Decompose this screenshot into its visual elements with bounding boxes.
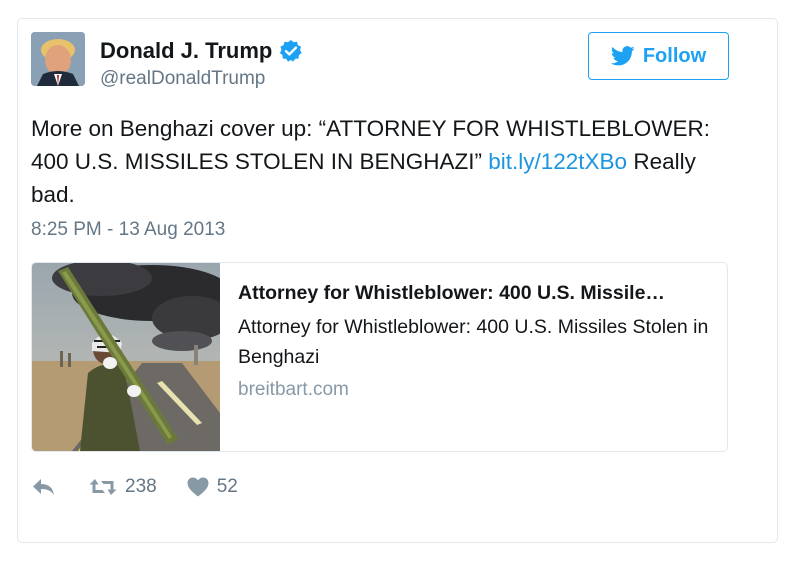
follow-button[interactable]: Follow	[588, 32, 729, 80]
link-preview-title[interactable]: Attorney for Whistleblower: 400 U.S. Mis…	[238, 278, 709, 308]
reply-icon	[33, 479, 54, 495]
tweet-timestamp[interactable]: 8:25 PM - 13 Aug 2013	[31, 219, 225, 241]
link-preview-body[interactable]: Attorney for Whistleblower: 400 U.S. Mis…	[220, 263, 727, 451]
reply-button[interactable]	[31, 477, 57, 497]
tweet-actions: 238 52	[31, 474, 238, 500]
author-avatar[interactable]	[31, 32, 85, 86]
heart-icon	[187, 477, 209, 497]
author-name[interactable]: Donald J. Trump	[100, 38, 272, 64]
retweet-icon	[89, 479, 117, 495]
follow-label: Follow	[642, 44, 707, 67]
link-preview-card[interactable]: Attorney for Whistleblower: 400 U.S. Mis…	[31, 262, 728, 452]
retweet-button[interactable]: 238	[89, 476, 157, 498]
link-preview-image[interactable]	[32, 263, 220, 451]
retweet-count: 238	[125, 476, 157, 497]
like-button[interactable]: 52	[187, 476, 238, 498]
author-name-row[interactable]: Donald J. Trump	[100, 38, 303, 64]
like-count: 52	[216, 476, 238, 497]
tweet-link[interactable]: bit.ly/122tXBo	[488, 149, 627, 174]
link-preview-description: Attorney for Whistleblower: 400 U.S. Mis…	[238, 316, 709, 368]
author-handle[interactable]: @realDonaldTrump	[100, 68, 265, 90]
link-preview-domain: breitbart.com	[238, 379, 349, 400]
twitter-bird-icon	[610, 46, 635, 66]
verified-badge-icon	[279, 39, 303, 63]
tweet-text: More on Benghazi cover up: “ATTORNEY FOR…	[31, 112, 721, 211]
